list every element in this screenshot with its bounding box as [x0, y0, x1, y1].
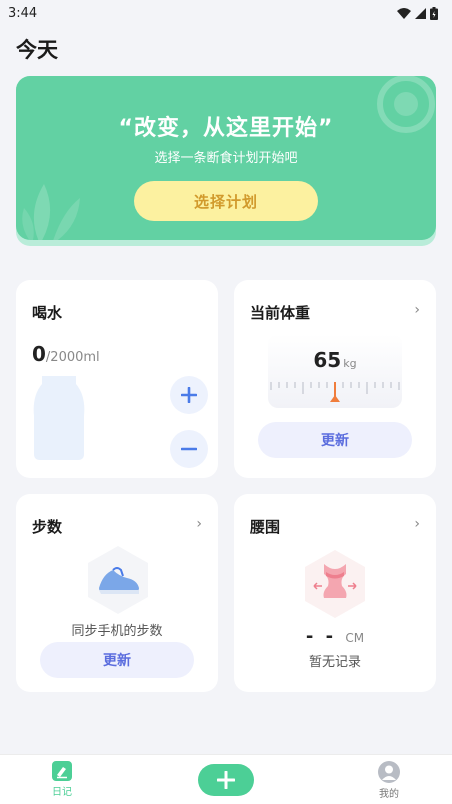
water-title: 喝水 [32, 304, 63, 322]
plus-icon [181, 387, 197, 403]
banner-card: “改变，从这里开始” 选择一条断食计划开始吧 选择计划 [16, 76, 436, 246]
tab-label-profile: 我的 [379, 789, 399, 800]
add-water-button[interactable] [170, 376, 208, 414]
plus-icon [217, 771, 235, 789]
tab-profile[interactable]: 我的 [359, 761, 419, 800]
weight-value: 65 [313, 348, 342, 372]
steps-title: 步数 [32, 518, 63, 536]
wifi-icon [397, 7, 411, 19]
chevron-right-icon: › [414, 516, 420, 532]
steps-card[interactable]: 步数 › 同步手机的步数 更新 [16, 494, 218, 692]
weight-title: 当前体重 [250, 304, 311, 322]
banner-subtitle: 选择一条断食计划开始吧 [154, 151, 298, 166]
waist-title: 腰围 [250, 518, 281, 536]
choose-plan-button[interactable]: 选择计划 [134, 181, 318, 221]
waist-note: 暂无记录 [308, 655, 361, 670]
signal-icon [415, 7, 426, 19]
leaf-decoration-icon [22, 184, 80, 240]
banner-quote: “改变，从这里开始” [118, 116, 334, 141]
waist-unit: CM [345, 631, 365, 645]
water-current: 0 [32, 342, 46, 366]
weight-card[interactable]: 当前体重 › 65 kg 更新 [234, 280, 436, 478]
status-time: 3:44 [8, 5, 38, 21]
water-bottle-icon [33, 376, 85, 460]
banner-inner: “改变，从这里开始” 选择一条断食计划开始吧 选择计划 [16, 76, 436, 240]
tab-diary[interactable]: 日记 [32, 761, 92, 798]
weight-unit: kg [343, 357, 357, 370]
profile-icon [378, 761, 400, 783]
waist-value-row: - - CM [234, 626, 436, 647]
water-card: 喝水 0/2000ml [16, 280, 218, 478]
water-amount: 0/2000ml [32, 342, 100, 366]
battery-icon [430, 6, 438, 20]
chevron-right-icon: › [414, 302, 420, 318]
add-record-button[interactable] [198, 764, 254, 796]
chevron-right-icon: › [196, 516, 202, 532]
waist-figure-icon [305, 550, 365, 618]
minus-icon [181, 447, 197, 451]
tab-label-diary: 日记 [52, 787, 72, 798]
waist-value: - - [305, 626, 337, 647]
diary-icon [52, 761, 72, 781]
water-goal: /2000ml [45, 350, 100, 365]
update-steps-button[interactable]: 更新 [40, 642, 194, 678]
page-title: 今天 [16, 38, 58, 62]
weight-value-row: 65 kg [268, 348, 402, 372]
remove-water-button[interactable] [170, 430, 208, 468]
status-bar: 3:44 [0, 0, 452, 26]
update-weight-button[interactable]: 更新 [258, 422, 412, 458]
scale-ticks-icon [270, 382, 400, 402]
weight-scale: 65 kg [268, 334, 402, 408]
status-icons [397, 6, 438, 20]
sneaker-icon [88, 546, 148, 614]
waist-card[interactable]: 腰围 › - - CM 暂无记录 [234, 494, 436, 692]
steps-description: 同步手机的步数 [71, 624, 163, 639]
bottom-tab-bar: 日记 我的 [0, 754, 452, 804]
